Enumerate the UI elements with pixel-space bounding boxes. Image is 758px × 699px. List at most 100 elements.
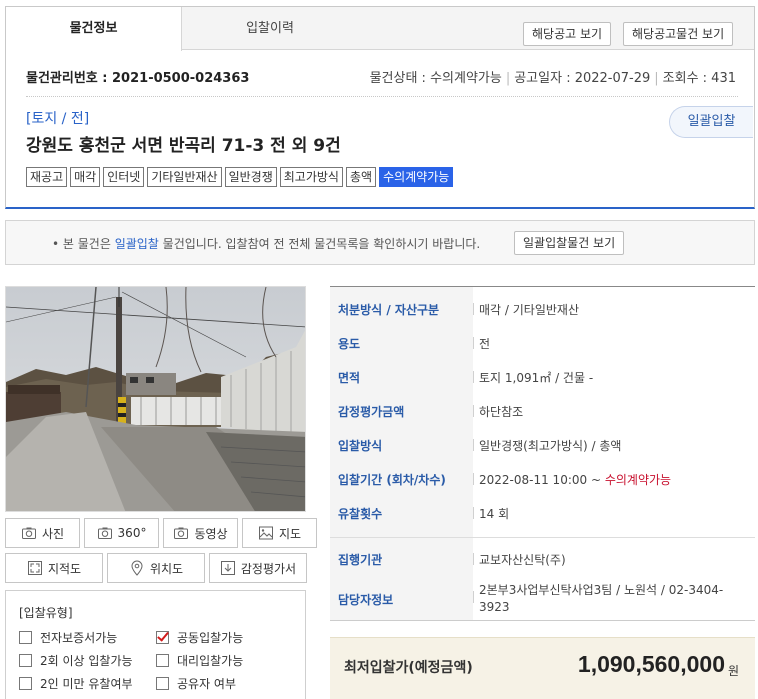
separator	[473, 439, 474, 451]
notice-items-view-button[interactable]: 해당공고물건 보기	[623, 22, 734, 46]
cadastral-map-label: 지적도	[47, 561, 82, 576]
expand-icon	[27, 561, 42, 575]
location-map-label: 위치도	[149, 561, 184, 576]
bid-type-option[interactable]: 대리입찰가능	[156, 652, 243, 669]
tag: 최고가방식	[279, 167, 343, 187]
bulk-notice: • 본 물건은 일괄입찰 물건입니다. 입찰참여 전 전체 물건목록을 확인하시…	[5, 220, 755, 265]
image-icon	[258, 526, 273, 540]
detail-value: 14 회	[479, 507, 510, 521]
bulk-items-view-button[interactable]: 일괄입찰물건 보기	[514, 231, 625, 255]
bid-type-option[interactable]: 2회 이상 입찰가능	[19, 652, 133, 669]
map-pin-icon	[131, 560, 143, 576]
bid-type-option[interactable]: 공동입찰가능	[156, 629, 243, 646]
bid-type-title: [입찰유형]	[19, 606, 73, 620]
bulk-bid-badge[interactable]: 일괄입찰	[669, 106, 753, 138]
cadastral-map-button[interactable]: 지적도	[5, 553, 103, 583]
bid-status-value: 수의계약가능	[604, 473, 672, 487]
option-label: 2회 이상 입찰가능	[40, 654, 133, 668]
separator: |	[505, 71, 511, 86]
bid-type-option[interactable]: 공유자 여부	[156, 675, 236, 692]
view-360-button[interactable]: 360°	[84, 518, 159, 548]
tag: 매각	[70, 167, 101, 187]
checkbox[interactable]	[19, 677, 32, 690]
min-bid-price-value: 1,090,560,000	[577, 651, 725, 677]
media-toolbar: 사진 360° 동영상 지도	[5, 518, 317, 548]
detail-table: 처분방식 / 자산구분 매각 / 기타일반재산 용도 전 면적 토지 1,091…	[330, 286, 755, 621]
separator	[473, 591, 474, 603]
video-button-label: 동영상	[194, 526, 228, 541]
tag: 인터넷	[103, 167, 145, 187]
camera-icon	[21, 527, 36, 539]
tag: 기타일반재산	[147, 167, 222, 187]
option-label: 2인 미만 유찰여부	[40, 677, 133, 691]
detail-label: 용도	[338, 337, 361, 351]
item-category: [토지 / 전]	[26, 111, 90, 127]
detail-value: 매각 / 기타일반재산	[479, 303, 579, 317]
item-status: 물건상태 : 수의계약가능	[369, 71, 502, 86]
detail-label: 집행기관	[338, 553, 383, 567]
separator	[473, 553, 474, 565]
separator	[473, 473, 474, 485]
notice-date: 공고일자 : 2022-07-29	[514, 71, 651, 86]
view-count: 조회수 : 431	[662, 71, 736, 86]
detail-label: 입찰방식	[338, 439, 383, 453]
bid-period-value: 2022-08-11 10:00 ~	[479, 473, 605, 487]
checkbox[interactable]	[19, 631, 32, 644]
detail-value: 전	[479, 337, 491, 351]
photo-button-label: 사진	[41, 526, 65, 541]
bid-type-option[interactable]: 전자보증서가능	[19, 629, 117, 646]
detail-label: 입찰기간 (회차/차수)	[338, 473, 446, 487]
tag-highlight: 수의계약가능	[379, 167, 454, 187]
tag: 총액	[345, 167, 377, 187]
separator	[473, 507, 474, 519]
detail-value: 하단참조	[479, 405, 524, 419]
detail-value: 2본부3사업부신탁사업3팀 / 노원석 / 02-3404-3923	[479, 583, 724, 614]
item-info-panel: 물건정보 입찰이력 해당공고 보기 해당공고물건 보기 물건관리번호 : 202…	[5, 6, 755, 209]
video-button[interactable]: 동영상	[163, 518, 238, 548]
tag-list: 재공고 매각 인터넷 기타일반재산 일반경쟁 최고가방식 총액 수의계약가능	[26, 167, 454, 187]
photo-button[interactable]: 사진	[5, 518, 80, 548]
bid-type-option[interactable]: 2인 미만 유찰여부	[19, 675, 133, 692]
appraisal-report-label: 감정평가서	[240, 561, 297, 576]
appraisal-report-button[interactable]: 감정평가서	[209, 553, 307, 583]
download-icon	[220, 561, 235, 575]
checkbox-checked[interactable]	[156, 631, 169, 644]
checkbox[interactable]	[156, 677, 169, 690]
tab-bid-history[interactable]: 입찰이력	[182, 7, 358, 50]
separator	[473, 405, 474, 417]
notice-suffix: 물건입니다. 입찰참여 전 전체 물건목록을 확인하시기 바랍니다.	[158, 237, 481, 251]
checkbox[interactable]	[19, 654, 32, 667]
detail-value: 토지 1,091㎡ / 건물 -	[479, 371, 594, 385]
notice-text: • 본 물건은 일괄입찰 물건입니다. 입찰참여 전 전체 물건목록을 확인하시…	[52, 235, 480, 252]
camera-icon	[174, 527, 189, 539]
price-unit: 원	[727, 664, 739, 678]
detail-value: 일반경쟁(최고가방식) / 총액	[479, 439, 622, 453]
separator	[473, 337, 474, 349]
map-button[interactable]: 지도	[242, 518, 317, 548]
notice-prefix: • 본 물건은	[52, 237, 115, 251]
bulk-bid-link[interactable]: 일괄입찰	[115, 237, 159, 251]
photo-image	[6, 287, 305, 511]
detail-label: 처분방식 / 자산구분	[338, 303, 440, 317]
min-bid-price-box: 최저입찰가(예정금액) 1,090,560,000 원	[330, 637, 755, 699]
status-group: 물건상태 : 수의계약가능 | 공고일자 : 2022-07-29 | 조회수 : 43…	[370, 67, 736, 86]
location-map-button[interactable]: 위치도	[107, 553, 205, 583]
detail-value: 교보자산신탁(주)	[479, 553, 566, 567]
separator: |	[654, 71, 659, 86]
bid-type-box: [입찰유형] 전자보증서가능 공동입찰가능 2회 이상 입찰가능 대리입찰가능 …	[5, 590, 306, 699]
detail-label: 유찰횟수	[338, 507, 383, 521]
detail-label: 담당자정보	[338, 593, 394, 607]
notice-view-button[interactable]: 해당공고 보기	[523, 22, 612, 46]
item-photo[interactable]	[5, 286, 306, 512]
tab-item-info[interactable]: 물건정보	[6, 7, 182, 51]
separator	[473, 303, 474, 315]
separator	[473, 371, 474, 383]
option-label: 전자보증서가능	[40, 631, 118, 645]
option-label: 공동입찰가능	[177, 631, 244, 645]
camera-icon	[97, 527, 112, 539]
tag: 일반경쟁	[224, 167, 277, 187]
view-360-label: 360°	[117, 526, 147, 540]
checkbox[interactable]	[156, 654, 169, 667]
tag: 재공고	[26, 167, 68, 187]
map-button-label: 지도	[278, 526, 302, 541]
